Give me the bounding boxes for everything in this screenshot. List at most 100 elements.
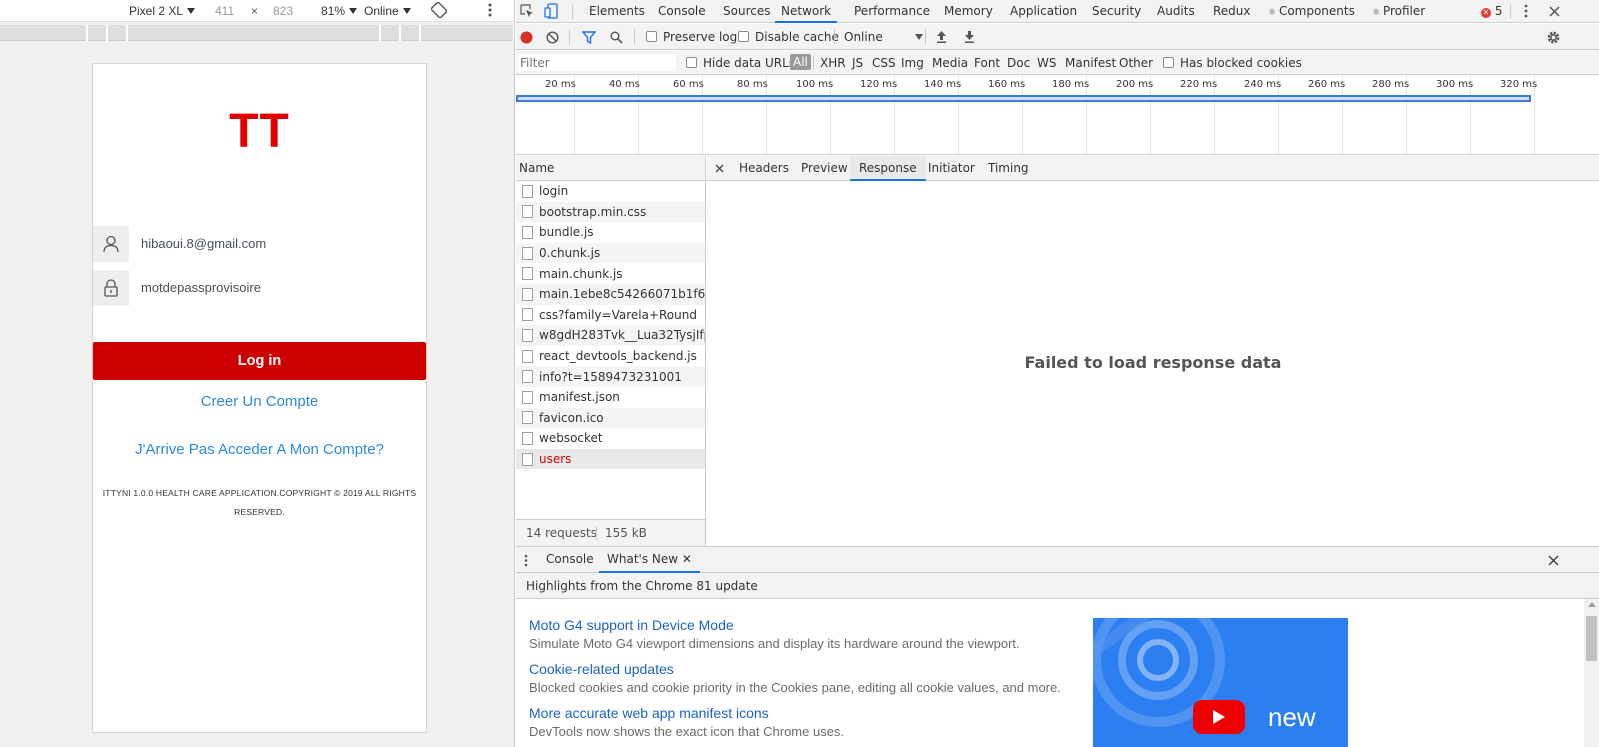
viewport-height-input[interactable]: 823 [273,4,293,18]
name-column-header[interactable]: Name [516,156,705,181]
password-field[interactable]: motdepassprovisoire [93,270,426,306]
drawer-tab-whats-new[interactable]: What's New ✕ [599,547,700,573]
tab-security[interactable]: Security [1092,0,1141,23]
import-har-icon[interactable] [935,29,947,44]
tab-console[interactable]: Console [658,0,706,23]
preserve-log-checkbox[interactable]: Preserve log [646,30,737,44]
scroll-up-icon[interactable] [1588,602,1596,607]
filter-type-ws[interactable]: WS [1037,56,1056,70]
request-row[interactable]: css?family=Varela+Round [516,305,705,326]
device-emulation-pane: Pixel 2 XL 411 × 823 81% Online TT hibao… [0,0,515,747]
thumbnail-text: new [1268,702,1316,732]
request-row[interactable]: info?t=1589473231001 [516,366,705,387]
tab-elements[interactable]: Elements [589,0,645,23]
devtools-menu-icon[interactable] [1523,3,1529,19]
preserve-log-label: Preserve log [663,30,738,44]
hide-data-urls-checkbox[interactable]: Hide data URLs [686,56,795,70]
login-button[interactable]: Log in [93,342,426,380]
react-icon: ⚛ [1268,8,1279,18]
request-row[interactable]: bootstrap.min.css [516,201,705,223]
news-item-title[interactable]: Cookie-related updates [529,661,674,677]
close-icon[interactable]: ✕ [682,552,692,566]
tab-network[interactable]: Network [775,0,838,23]
close-drawer-icon[interactable] [1547,554,1559,566]
drawer-menu-icon[interactable] [524,553,528,567]
request-row[interactable]: websocket [516,428,705,449]
filter-type-css[interactable]: CSS [872,56,896,70]
filter-type-other[interactable]: Other [1119,56,1153,70]
youtube-play-icon[interactable] [1193,700,1245,734]
filter-type-manifest[interactable]: Manifest [1065,56,1116,70]
more-options-icon[interactable] [488,2,492,21]
request-row[interactable]: bundle.js [516,222,705,243]
throttling-select[interactable]: Online [844,30,923,44]
gear-icon[interactable] [1545,29,1561,45]
request-row[interactable]: manifest.json [516,387,705,408]
network-throttle-select[interactable]: Online [364,4,411,18]
request-name: css?family=Varela+Round [539,307,697,322]
drawer-scrollbar[interactable] [1584,599,1599,747]
whats-new-video-thumbnail[interactable]: new [1093,618,1348,747]
filter-type-all[interactable]: All [790,54,811,70]
rotate-icon[interactable] [430,1,448,21]
device-toolbar-toggle-icon[interactable] [544,3,558,19]
network-overview-timeline[interactable]: 20 ms 40 ms 60 ms 80 ms 100 ms 120 ms 14… [516,75,1599,155]
request-row-failed[interactable]: users [516,448,705,470]
has-blocked-cookies-checkbox[interactable]: Has blocked cookies [1163,56,1302,70]
viewport-width-input[interactable]: 411 [215,4,234,18]
file-icon [522,328,533,342]
email-field[interactable]: hibaoui.8@gmail.com [93,226,426,262]
search-icon[interactable] [609,30,623,44]
tick-label: 80 ms [737,79,768,90]
chevron-down-icon [349,8,358,14]
tab-headers[interactable]: Headers [739,156,789,181]
inspect-element-icon[interactable] [520,4,534,18]
filter-type-doc[interactable]: Doc [1007,56,1030,70]
request-row[interactable]: main.1ebe8c54266071b1f694.... [516,284,705,305]
tab-timing[interactable]: Timing [988,156,1029,181]
close-icon[interactable] [1547,4,1561,18]
device-select[interactable]: Pixel 2 XL [129,4,196,18]
request-row[interactable]: w8gdH283Tvk__Lua32TysjIfp8... [516,325,705,346]
disable-cache-checkbox[interactable]: Disable cache [738,30,839,44]
tab-profiler[interactable]: ⚛ Profiler [1372,0,1425,23]
news-item-title[interactable]: More accurate web app manifest icons [529,705,769,721]
clear-icon[interactable] [545,30,559,44]
create-account-link[interactable]: Creer Un Compte [93,393,426,410]
filter-type-media[interactable]: Media [932,56,968,70]
filter-icon[interactable] [582,30,596,44]
export-har-icon[interactable] [963,29,975,44]
media-query-ruler[interactable] [0,25,514,41]
tab-application[interactable]: Application [1010,0,1077,23]
tab-preview[interactable]: Preview [801,156,848,181]
tab-response[interactable]: Response [850,156,926,181]
zoom-select[interactable]: 81% [321,4,358,18]
request-row[interactable]: login [516,181,705,202]
filter-type-xhr[interactable]: XHR [820,56,846,70]
request-row[interactable]: react_devtools_backend.js [516,346,705,367]
tick-label: 40 ms [609,79,640,90]
request-row[interactable]: 0.chunk.js [516,242,705,264]
tab-audits[interactable]: Audits [1157,0,1195,23]
scrollbar-thumb[interactable] [1586,616,1597,661]
filter-type-js[interactable]: JS [852,56,863,70]
tab-performance[interactable]: Performance [854,0,930,23]
filter-input[interactable] [518,54,676,71]
record-icon[interactable] [519,30,533,44]
drawer-tab-console[interactable]: Console [546,547,594,573]
tab-sources[interactable]: Sources [723,0,770,23]
close-icon[interactable] [713,162,725,174]
forgot-access-link[interactable]: J'Arrive Pas Acceder A Mon Compte? [93,441,426,458]
tab-redux[interactable]: Redux [1213,0,1251,23]
tick-label: 180 ms [1052,79,1090,90]
news-item-title[interactable]: Moto G4 support in Device Mode [529,617,734,633]
tab-memory[interactable]: Memory [944,0,993,23]
tab-components[interactable]: ⚛ Components [1268,0,1355,23]
request-row[interactable]: main.chunk.js [516,263,705,284]
request-row[interactable]: favicon.ico [516,407,705,429]
error-counter[interactable]: ✕ 5 [1481,0,1502,23]
request-name: main.1ebe8c54266071b1f694.... [539,287,705,302]
filter-type-font[interactable]: Font [974,56,1000,70]
filter-type-img[interactable]: Img [901,56,924,70]
tab-initiator[interactable]: Initiator [928,156,975,181]
